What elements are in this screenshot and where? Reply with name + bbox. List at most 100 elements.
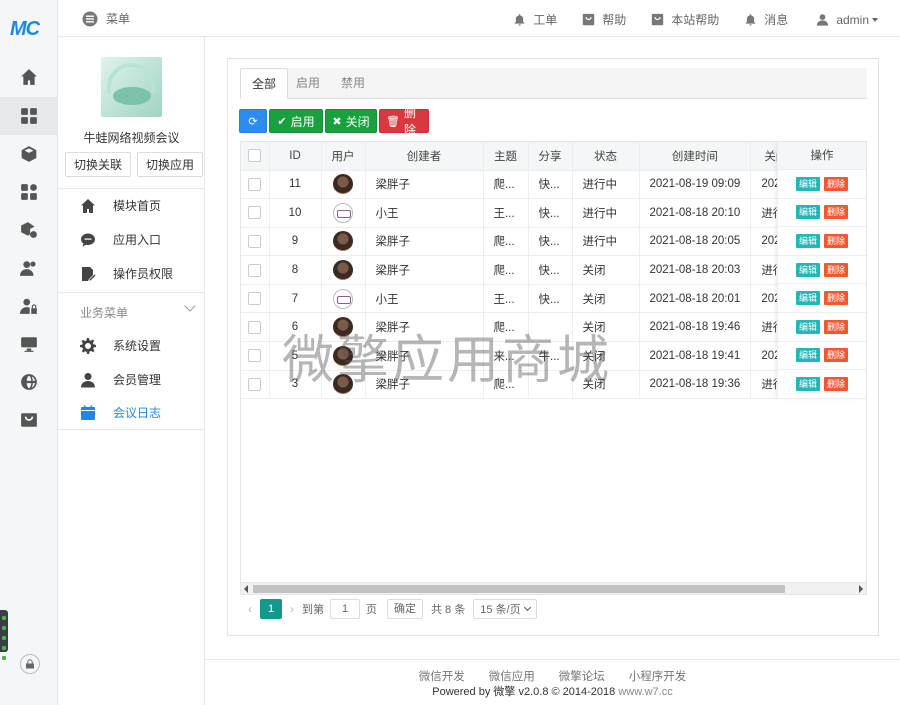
avatar [321,227,366,257]
row-delete-button[interactable]: 删除 [824,291,849,306]
edit-button[interactable]: 编辑 [795,376,820,391]
cell-id: 7 [269,284,322,314]
page-size-select[interactable]: 15 条/页 [473,599,538,619]
col-header-ops: 操作 [778,142,866,170]
sidebar-item-operator-permissions[interactable]: 操作员权限 [80,265,173,282]
cell-created: 2021-08-18 20:05 [639,227,752,257]
rail-box-icon[interactable] [0,135,58,173]
goto-confirm-button[interactable]: 确定 [387,599,423,619]
scrollbar-thumb[interactable] [253,585,785,593]
scroll-left-icon[interactable] [244,585,248,593]
table-row[interactable]: 10 小王 王... 快... 进行中 2021-08-18 20:10 进行 [241,198,802,228]
rail-globe-icon[interactable] [0,363,58,401]
table-row[interactable]: 8 梁胖子 爬... 快... 关闭 2021-08-18 20:03 进行 [241,255,802,285]
rail-apps-icon[interactable] [0,173,58,211]
table-row[interactable]: 3 梁胖子 爬... 关闭 2021-08-18 19:36 进行 [241,370,802,400]
edit-button[interactable]: 编辑 [795,262,820,277]
sidebar-item-module-home[interactable]: 模块首页 [80,197,161,214]
switch-app-button[interactable]: 切换应用 [137,152,204,177]
footer-brand[interactable]: 微擎 [493,686,515,698]
footer-link[interactable]: 微信开发 [419,668,465,684]
row-checkbox[interactable] [241,227,270,257]
home-icon [81,198,95,213]
scroll-right-icon[interactable] [859,585,863,593]
lock-icon[interactable] [20,654,40,674]
row-checkbox[interactable] [241,170,270,200]
table-row[interactable]: 9 梁胖子 爬... 快... 进行中 2021-08-18 20:05 202 [241,227,802,257]
table-row[interactable]: 6 梁胖子 爬... 关闭 2021-08-18 19:46 进行 [241,312,802,343]
row-delete-button[interactable]: 删除 [824,262,849,277]
edit-button[interactable]: 编辑 [795,291,820,306]
app-logo[interactable]: MC [10,18,48,42]
edit-button[interactable]: 编辑 [795,233,820,248]
cell-status: 关闭 [572,284,640,314]
edit-button[interactable]: 编辑 [795,319,820,334]
row-delete-button[interactable]: 删除 [824,233,849,248]
page-unit-label: 页 [366,604,377,616]
chevron-down-icon[interactable] [184,300,196,312]
rail-users-icon[interactable] [0,249,58,287]
cell-creator: 小王 [365,198,484,228]
rail-store-icon[interactable] [0,401,58,439]
row-checkbox[interactable] [241,284,270,314]
sidebar-item-app-entry[interactable]: 应用入口 [80,231,161,248]
row-delete-button[interactable]: 删除 [824,376,849,391]
sidebar-item-system-settings[interactable]: 系统设置 [80,337,161,354]
rail-grid-icon[interactable] [0,97,58,135]
table-row[interactable]: 7 小王 王... 快... 关闭 2021-08-18 20:01 202 [241,284,802,314]
tab-all[interactable]: 全部 [240,68,289,99]
edit-button[interactable]: 编辑 [795,348,820,363]
footer-link[interactable]: 小程序开发 [629,668,687,684]
footer-site[interactable]: www.w7.cc [618,686,672,698]
side-toggle-tab[interactable] [0,610,8,660]
rail-package-settings-icon[interactable] [0,211,58,249]
avatar [321,284,366,314]
col-header-id[interactable]: ID [269,142,322,171]
bell-icon [745,14,756,26]
table-row[interactable]: 11 梁胖子 爬... 快... 进行中 2021-08-19 09:09 202 [241,170,802,200]
delete-button[interactable]: 🗑 删除 [379,106,429,137]
avatar [321,170,366,200]
nav-site-help[interactable]: 本站帮助 [651,11,719,28]
tab-disabled[interactable]: 禁用 [330,68,376,99]
row-checkbox[interactable] [241,198,270,228]
menu-toggle[interactable]: 菜单 [82,10,130,27]
row-delete-button[interactable]: 删除 [824,205,849,220]
tab-enabled[interactable]: 启用 [285,68,331,99]
sidebar-item-meeting-logs[interactable]: 会议日志 [80,404,161,421]
enable-button[interactable]: ✔ 启用 [269,109,323,133]
avatar [321,341,366,371]
row-delete-button[interactable]: 删除 [824,176,849,191]
page-input[interactable]: 1 [330,599,360,619]
table-row[interactable]: 5 梁胖子 来... 牛... 关闭 2021-08-18 19:41 202 [241,341,802,371]
edit-button[interactable]: 编辑 [795,176,820,191]
footer-link[interactable]: 微擎论坛 [559,668,605,684]
next-page-icon[interactable]: › [290,602,294,616]
row-checkbox[interactable] [241,255,270,285]
prev-page-icon[interactable]: ‹ [248,602,252,616]
nav-ticket[interactable]: 工单 [513,11,557,28]
sidebar-item-member-management[interactable]: 会员管理 [80,371,161,388]
page-current[interactable]: 1 [260,599,282,619]
row-checkbox[interactable] [241,341,270,371]
nav-messages[interactable]: 消息 [744,11,788,28]
horizontal-scrollbar[interactable] [241,582,866,594]
cell-id: 6 [269,312,322,343]
row-delete-button[interactable]: 删除 [824,319,849,334]
rail-user-lock-icon[interactable] [0,287,58,325]
refresh-button[interactable]: ⟳ [239,109,267,133]
select-all-checkbox[interactable] [241,142,270,171]
row-checkbox[interactable] [241,312,270,343]
cell-created: 2021-08-19 09:09 [639,170,752,200]
rail-monitor-icon[interactable] [0,325,58,363]
user-menu[interactable]: admin [816,13,878,27]
footer-link[interactable]: 微信应用 [489,668,535,684]
edit-button[interactable]: 编辑 [795,205,820,220]
switch-link-button[interactable]: 切换关联 [65,152,132,177]
row-checkbox[interactable] [241,370,270,400]
row-delete-button[interactable]: 删除 [824,348,849,363]
nav-help[interactable]: 帮助 [582,11,626,28]
rail-home-icon[interactable] [0,58,58,96]
close-button[interactable]: ✖ 关闭 [325,109,377,133]
cell-status: 进行中 [572,227,640,257]
